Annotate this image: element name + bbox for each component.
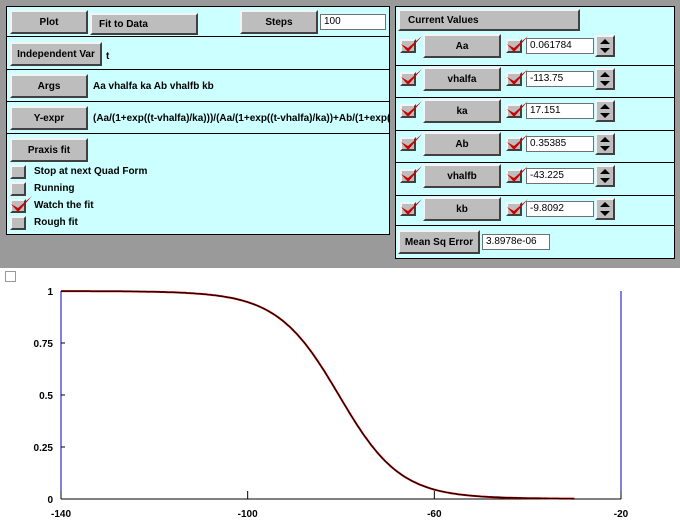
- right-divider: [395, 195, 675, 196]
- x-tick-label: -100: [238, 509, 258, 520]
- independent-var-button[interactable]: Independent Var: [10, 42, 102, 66]
- param-spinner[interactable]: [595, 100, 615, 122]
- spinner-arrows-icon: [600, 202, 610, 216]
- spinner-arrows-icon: [600, 137, 610, 151]
- param-spinner[interactable]: [595, 68, 615, 90]
- x-tick-label: -20: [614, 509, 629, 520]
- steps-input[interactable]: 100: [320, 14, 386, 30]
- plot-chart: -140 -100 -60 -20 0 0.25 0.5 0.75 1: [34, 287, 629, 520]
- param-value-input[interactable]: 0.35385: [526, 136, 594, 152]
- param-fit-checkbox[interactable]: [506, 101, 528, 118]
- stop-quad-form-checkbox[interactable]: [10, 165, 26, 179]
- param-fit-checkbox[interactable]: [506, 199, 528, 216]
- rough-fit-checkbox[interactable]: [10, 216, 26, 230]
- param-enable-checkbox[interactable]: [400, 101, 422, 118]
- y-tick-label: 1: [47, 287, 53, 298]
- y-expr-button[interactable]: Y-expr: [10, 106, 88, 130]
- y-tick-label: 0.5: [39, 391, 53, 402]
- param-enable-checkbox[interactable]: [400, 199, 422, 216]
- fit-to-data-button[interactable]: Fit to Data: [90, 13, 198, 35]
- param-button-kb[interactable]: kb: [423, 197, 501, 221]
- left-divider-2: [6, 69, 390, 70]
- stop-quad-form-label: Stop at next Quad Form: [34, 166, 148, 177]
- checkmark-icon: [11, 196, 32, 212]
- param-spinner[interactable]: [595, 198, 615, 220]
- plot-button[interactable]: Plot: [10, 10, 88, 34]
- param-spinner[interactable]: [595, 35, 615, 57]
- param-value-input[interactable]: -9.8092: [526, 201, 594, 217]
- param-fit-checkbox[interactable]: [506, 69, 528, 86]
- param-value-input[interactable]: 17.151: [526, 103, 594, 119]
- param-value-input[interactable]: -113.75: [526, 71, 594, 87]
- param-value-input[interactable]: 0.061784: [526, 38, 594, 54]
- steps-button[interactable]: Steps: [240, 10, 318, 34]
- param-button-Ab[interactable]: Ab: [423, 132, 501, 156]
- checkmark-icon: [401, 36, 422, 52]
- spinner-arrows-icon: [600, 72, 610, 86]
- spinner-arrows-icon: [600, 39, 610, 53]
- right-divider: [395, 130, 675, 131]
- args-value: Aa vhalfa ka Ab vhalfb kb: [93, 81, 214, 92]
- x-tick-label: -60: [427, 509, 442, 520]
- independent-var-value: t: [106, 51, 110, 62]
- param-enable-checkbox[interactable]: [400, 166, 422, 183]
- x-tick-label: -140: [51, 509, 71, 520]
- current-values-button[interactable]: Current Values: [398, 9, 580, 31]
- checkmark-icon: [401, 134, 422, 150]
- param-spinner[interactable]: [595, 133, 615, 155]
- plot-corner-box[interactable]: [5, 271, 16, 282]
- param-fit-checkbox[interactable]: [506, 166, 528, 183]
- left-divider-1: [6, 36, 390, 37]
- checkmark-icon: [401, 166, 422, 182]
- param-button-Aa[interactable]: Aa: [423, 34, 501, 58]
- y-tick-label: 0: [47, 495, 53, 506]
- param-fit-checkbox[interactable]: [506, 36, 528, 53]
- right-divider-mse: [395, 225, 675, 226]
- param-enable-checkbox[interactable]: [400, 69, 422, 86]
- args-button[interactable]: Args: [10, 74, 88, 98]
- spinner-arrows-icon: [600, 169, 610, 183]
- checkmark-icon: [401, 69, 422, 85]
- right-divider: [395, 65, 675, 66]
- spinner-arrows-icon: [600, 104, 610, 118]
- y-tick-label: 0.75: [34, 339, 54, 350]
- praxis-fit-button[interactable]: Praxis fit: [10, 138, 88, 162]
- param-button-vhalfb[interactable]: vhalfb: [423, 164, 501, 188]
- rough-fit-label: Rough fit: [34, 217, 78, 228]
- left-divider-3: [6, 101, 390, 102]
- y-expr-value: (Aa/(1+exp((t-vhalfa)/ka)))/(Aa/(1+exp((…: [93, 113, 389, 124]
- plot-area: -140 -100 -60 -20 0 0.25 0.5 0.75 1: [0, 268, 680, 524]
- right-divider: [395, 97, 675, 98]
- param-button-vhalfa[interactable]: vhalfa: [423, 67, 501, 91]
- param-button-ka[interactable]: ka: [423, 99, 501, 123]
- param-spinner[interactable]: [595, 165, 615, 187]
- param-value-input[interactable]: -43.225: [526, 168, 594, 184]
- running-label: Running: [34, 183, 75, 194]
- param-fit-checkbox[interactable]: [506, 134, 528, 151]
- checkmark-icon: [401, 199, 422, 215]
- param-enable-checkbox[interactable]: [400, 36, 422, 53]
- data-curve: [61, 290, 575, 500]
- mean-sq-error-button[interactable]: Mean Sq Error: [398, 230, 480, 254]
- checkmark-icon: [401, 101, 422, 117]
- mean-sq-error-value: 3.8978e-06: [482, 234, 550, 250]
- left-divider-4: [6, 133, 390, 134]
- fit-curve: [61, 290, 575, 500]
- running-checkbox[interactable]: [10, 182, 26, 196]
- y-tick-label: 0.25: [34, 443, 54, 454]
- watch-fit-checkbox[interactable]: [10, 196, 32, 213]
- watch-fit-label: Watch the fit: [34, 200, 94, 211]
- right-divider: [395, 162, 675, 163]
- param-enable-checkbox[interactable]: [400, 134, 422, 151]
